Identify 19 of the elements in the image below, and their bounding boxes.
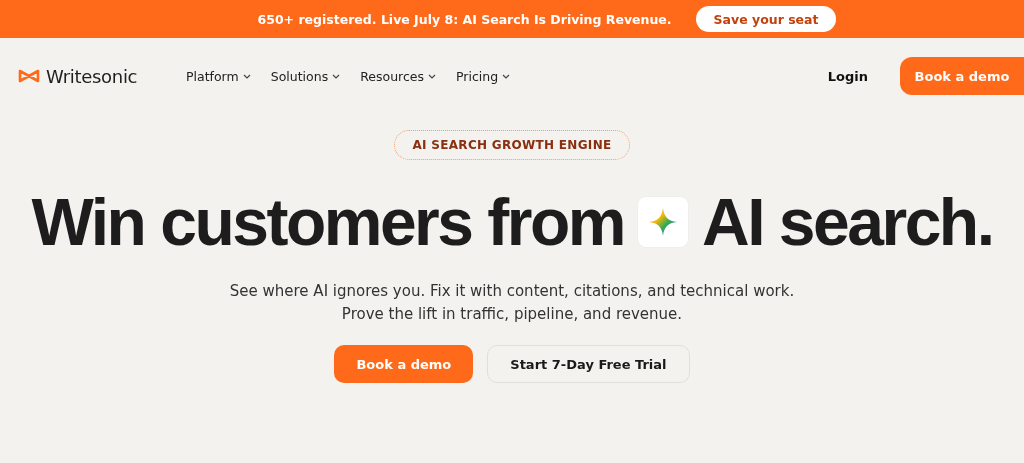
free-trial-button[interactable]: Start 7-Day Free Trial	[487, 345, 690, 383]
save-seat-button[interactable]: Save your seat	[695, 6, 837, 32]
sparkle-icon	[648, 207, 678, 237]
subtitle-text: Prove the lift in traffic, pipeline, and revenue.	[341, 305, 683, 323]
announcement-text: 650+ registered. Live July 8: AI Search Is Driving Revenue.	[257, 11, 672, 27]
chevron-down-icon	[502, 73, 511, 79]
nav-menu-item[interactable]: Resources	[360, 68, 436, 84]
nav-menu-item[interactable]: Pricing	[456, 68, 511, 84]
headline-text: AI search.	[702, 184, 993, 261]
brand-name[interactable]: Writesonic	[46, 65, 138, 87]
headline-text: Win customers from	[31, 184, 624, 261]
chevron-down-icon	[242, 73, 251, 79]
nav-menu-item[interactable]: Solutions	[270, 68, 341, 84]
login-link[interactable]: Login	[827, 68, 868, 84]
logo-icon	[18, 69, 40, 83]
chevron-down-icon	[428, 73, 436, 79]
chevron-down-icon	[332, 73, 341, 79]
nav-menu-item[interactable]: Platform	[186, 68, 251, 84]
subtitle-text: See where AI ignores you. Fix it with content, citations, and technical work.	[229, 282, 795, 300]
